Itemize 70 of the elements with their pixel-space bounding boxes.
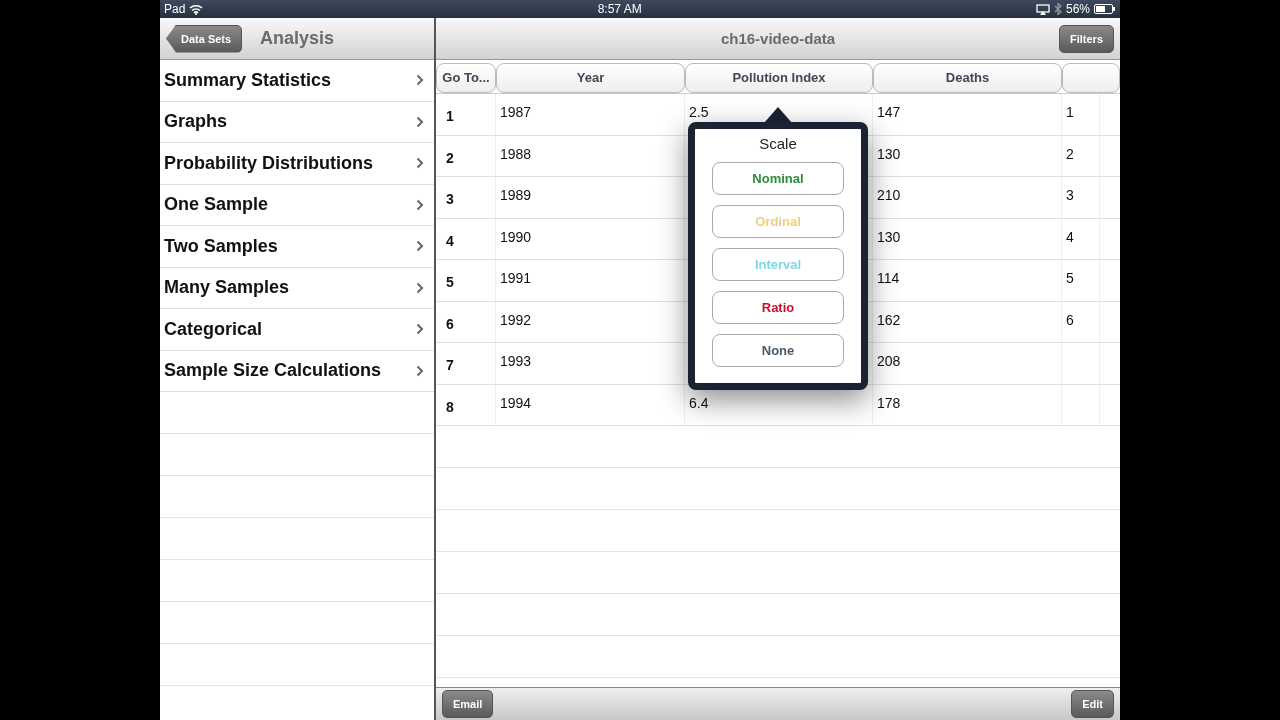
table-cell: 4 xyxy=(1066,228,1074,245)
nav-title: Analysis xyxy=(260,28,334,49)
battery-percent: 56% xyxy=(1065,2,1090,16)
row-number[interactable]: 8 xyxy=(446,398,454,415)
scale-option[interactable]: Nominal xyxy=(712,162,844,195)
row-number[interactable]: 7 xyxy=(446,357,454,373)
year-cell: 1994 xyxy=(500,394,532,411)
year-cell: 1988 xyxy=(500,145,532,162)
chevron-icon xyxy=(416,157,424,170)
row-number[interactable]: 6 xyxy=(446,315,454,332)
deaths-cell: 114 xyxy=(877,270,900,286)
column-header[interactable] xyxy=(1062,62,1120,93)
scale-option[interactable]: None xyxy=(712,334,844,367)
year-cell: 1987 xyxy=(500,104,532,120)
year-cell: 1992 xyxy=(500,311,532,328)
column-header[interactable]: Deaths xyxy=(873,62,1062,93)
deaths-cell: 130 xyxy=(877,228,901,245)
menu-item[interactable]: Many Samples xyxy=(164,277,290,299)
pollution-index-cell: 2.5 xyxy=(689,104,709,120)
menu-item[interactable]: Probability Distributions xyxy=(164,152,373,174)
chevron-icon xyxy=(416,364,424,377)
year-cell: 1991 xyxy=(500,270,532,286)
clock: 8:57 AM xyxy=(597,2,642,16)
row-number[interactable]: 1 xyxy=(446,108,454,124)
column-header[interactable]: Year xyxy=(496,62,685,93)
menu-item[interactable]: Sample Size Calculations xyxy=(164,360,382,382)
pollution-index-cell: 6.4 xyxy=(689,394,709,411)
column-header[interactable]: Pollution Index xyxy=(685,62,873,93)
email-button[interactable]: Email xyxy=(442,690,494,718)
year-cell: 1990 xyxy=(500,228,532,245)
row-number[interactable]: 3 xyxy=(446,191,454,207)
chevron-icon xyxy=(416,240,424,253)
menu-item[interactable]: One Sample xyxy=(164,194,269,216)
deaths-cell: 130 xyxy=(877,145,901,162)
chevron-icon xyxy=(416,323,424,336)
year-cell: 1993 xyxy=(500,353,532,369)
menu-item[interactable]: Categorical xyxy=(164,318,263,340)
deaths-cell: 162 xyxy=(877,311,901,328)
carrier-label: Pad xyxy=(164,2,186,16)
deaths-cell: 210 xyxy=(877,187,901,203)
row-number[interactable]: 4 xyxy=(446,232,454,249)
table-cell: 5 xyxy=(1066,270,1074,286)
chevron-icon xyxy=(416,198,424,211)
row-number[interactable]: 2 xyxy=(446,149,454,166)
wifi-icon xyxy=(189,3,204,15)
column-header[interactable]: Go To... xyxy=(436,62,496,93)
scale-option[interactable]: Ratio xyxy=(712,291,844,324)
menu-item[interactable]: Graphs xyxy=(164,111,228,133)
deaths-cell: 208 xyxy=(877,353,901,369)
chevron-icon xyxy=(416,281,424,294)
edit-button[interactable]: Edit xyxy=(1071,690,1114,718)
back-button[interactable]: Data Sets xyxy=(166,24,243,53)
menu-item[interactable]: Two Samples xyxy=(164,235,278,257)
airplay-icon xyxy=(1035,3,1050,15)
chevron-icon xyxy=(416,115,424,128)
popover-title: Scale xyxy=(759,135,797,152)
menu-item[interactable]: Summary Statistics xyxy=(164,69,332,91)
row-number[interactable]: 5 xyxy=(446,274,454,290)
table-cell: 6 xyxy=(1066,311,1074,328)
table-cell: 3 xyxy=(1066,187,1074,203)
bluetooth-icon xyxy=(1053,3,1062,15)
chevron-icon xyxy=(416,74,424,87)
table-cell: 2 xyxy=(1066,145,1074,162)
deaths-cell: 147 xyxy=(877,104,901,120)
deaths-cell: 178 xyxy=(877,394,901,411)
year-cell: 1989 xyxy=(500,187,532,203)
battery-icon xyxy=(1094,4,1116,14)
nav-title: ch16-video-data xyxy=(720,30,836,47)
table-cell: 1 xyxy=(1066,104,1074,120)
filters-button[interactable]: Filters xyxy=(1059,24,1114,53)
